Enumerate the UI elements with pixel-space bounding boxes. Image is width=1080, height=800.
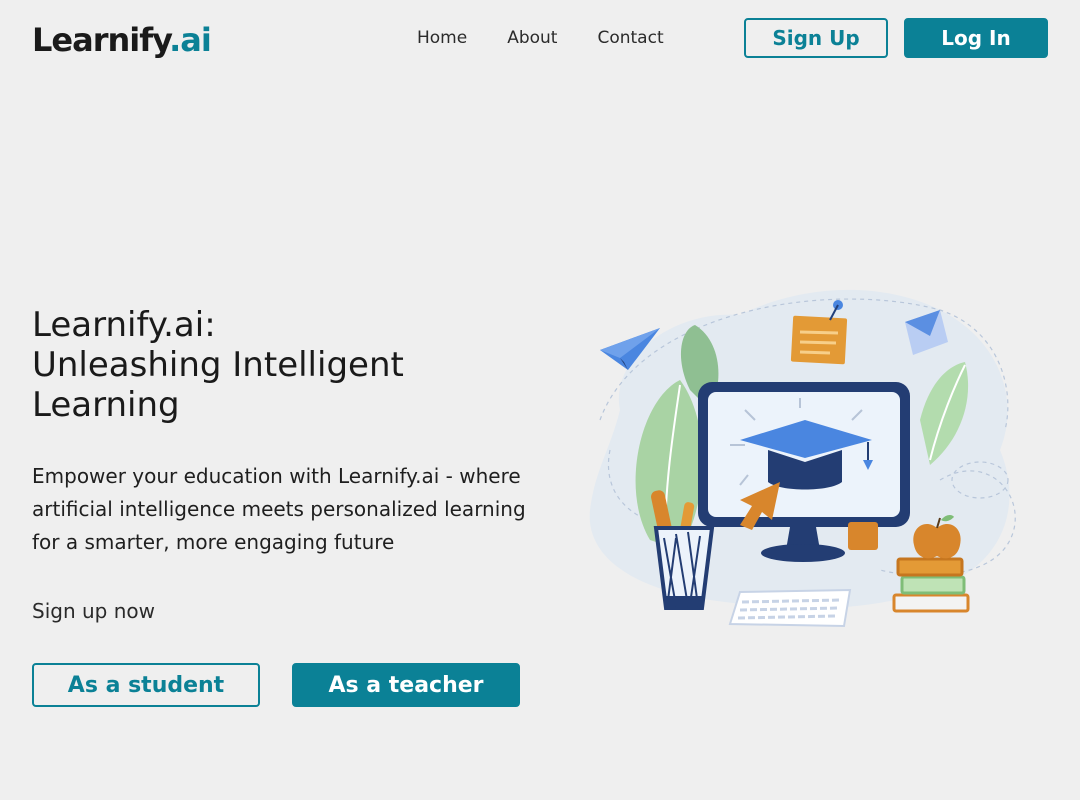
hero-title-line-1: Learnify.ai: xyxy=(32,305,216,345)
nav-home-link[interactable]: Home xyxy=(417,26,467,50)
main-nav: Home About Contact xyxy=(417,26,664,50)
student-signup-button[interactable]: As a student xyxy=(32,663,260,707)
hero-title-line-3: Learning xyxy=(32,385,180,425)
hero-illustration xyxy=(589,289,1016,628)
books-icon xyxy=(892,557,970,613)
keyboard-icon xyxy=(728,588,852,628)
teacher-signup-button[interactable]: As a teacher xyxy=(292,663,520,707)
sign-up-button[interactable]: Sign Up xyxy=(744,18,888,58)
log-in-button[interactable]: Log In xyxy=(904,18,1048,58)
sign-up-now-label: Sign up now xyxy=(32,599,155,623)
nav-about-link[interactable]: About xyxy=(507,26,557,50)
hero-description: Empower your education with Learnify.ai … xyxy=(32,464,526,554)
box-icon xyxy=(848,522,878,550)
hero-title-line-2: Unleashing Intelligent xyxy=(32,345,404,385)
hero-title: Learnify.ai: Unleashing Intelligent Lear… xyxy=(32,305,472,425)
logo-accent-text: .ai xyxy=(169,21,212,59)
nav-contact-link[interactable]: Contact xyxy=(597,26,663,50)
logo-main-text: Learnify xyxy=(32,21,170,59)
logo[interactable]: Learnify.ai xyxy=(32,20,212,60)
